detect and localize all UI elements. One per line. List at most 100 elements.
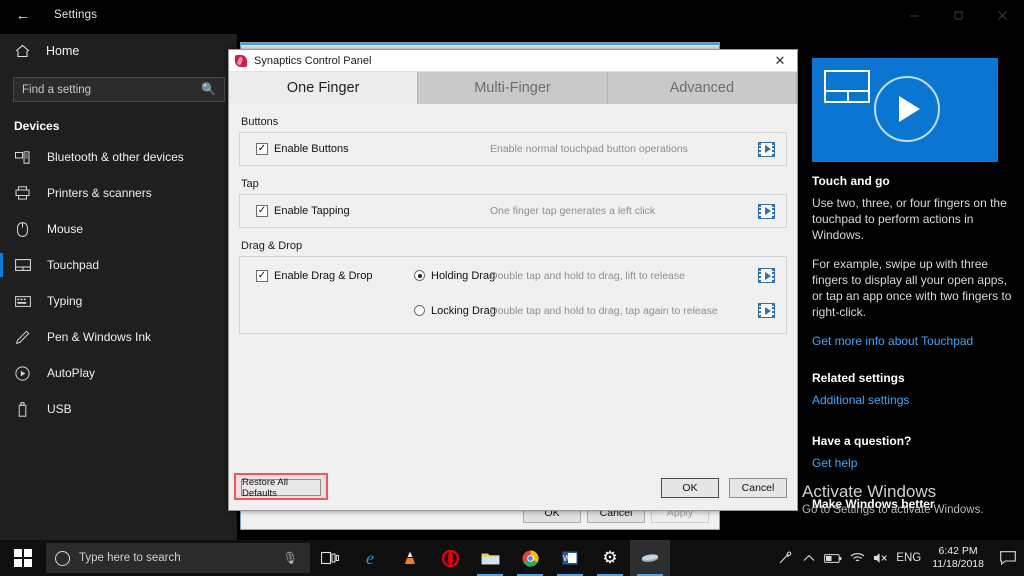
synaptics-touchpad-icon[interactable] xyxy=(630,540,670,576)
maximize-icon xyxy=(953,10,964,21)
option-row-enable-tapping[interactable]: ✓ Enable Tapping One finger tap generate… xyxy=(240,199,786,223)
dialog-action-buttons: OK Cancel xyxy=(661,478,787,498)
dialog-body: Buttons ✓ Enable Buttons Enable normal t… xyxy=(229,104,797,500)
promo-link-touchpad-info[interactable]: Get more info about Touchpad xyxy=(812,333,1012,349)
pen-icon xyxy=(14,330,31,345)
sidebar-item-home[interactable]: Home xyxy=(0,34,237,68)
option-label: Holding Drag xyxy=(431,270,495,282)
clock-time: 6:42 PM xyxy=(939,545,978,558)
task-view-icon[interactable] xyxy=(310,540,350,576)
option-row-locking-drag[interactable]: Locking Drag Double tap and hold to drag… xyxy=(240,298,786,323)
option-row-enable-buttons[interactable]: ✓ Enable Buttons Enable normal touchpad … xyxy=(240,137,786,161)
tab-one-finger[interactable]: One Finger xyxy=(229,72,418,104)
battery-icon[interactable] xyxy=(821,540,845,576)
sidebar-item-pen-windows-ink[interactable]: Pen & Windows Ink xyxy=(0,319,237,355)
close-icon xyxy=(997,10,1008,21)
touchpad-video-thumbnail[interactable] xyxy=(812,58,998,162)
sidebar-item-touchpad[interactable]: Touchpad xyxy=(0,247,237,283)
edge-browser-icon[interactable]: e xyxy=(350,540,390,576)
restore-all-defaults-button[interactable]: Restore All Defaults xyxy=(241,479,321,496)
tab-advanced[interactable]: Advanced xyxy=(608,72,797,104)
back-arrow-icon[interactable]: ← xyxy=(6,1,40,29)
sidebar-item-usb[interactable]: USB xyxy=(0,391,237,427)
taskbar-clock[interactable]: 6:42 PM 11/18/2018 xyxy=(924,540,992,576)
language-indicator[interactable]: ENG xyxy=(893,540,924,576)
tab-multi-finger[interactable]: Multi-Finger xyxy=(418,72,607,104)
enable-drag-drop-checkbox-label[interactable]: ✓ Enable Drag & Drop xyxy=(256,270,396,282)
settings-sidebar: Home 🔍 Devices Bluetooth & other devices… xyxy=(0,34,237,540)
system-tray: ENG 6:42 PM 11/18/2018 xyxy=(773,540,1024,576)
maximize-button[interactable] xyxy=(936,0,980,30)
start-button[interactable] xyxy=(0,540,46,576)
option-description: Enable normal touchpad button operations xyxy=(490,143,688,155)
additional-settings-link[interactable]: Additional settings xyxy=(812,392,1012,408)
sidebar-item-label: Pen & Windows Ink xyxy=(47,330,151,344)
activate-windows-watermark: Activate Windows Go to Settings to activ… xyxy=(802,482,984,518)
option-description: Double tap and hold to drag, tap again t… xyxy=(490,305,718,317)
pen-tray-icon[interactable] xyxy=(773,540,797,576)
promo-title: Touch and go xyxy=(812,174,1012,188)
checkbox-checked-icon[interactable]: ✓ xyxy=(256,270,268,282)
usb-icon xyxy=(14,402,31,417)
settings-right-pane: Touch and go Use two, three, or four fin… xyxy=(812,58,1012,518)
windows-start-icon xyxy=(14,549,32,567)
settings-search-wrap: 🔍 xyxy=(13,77,224,102)
promo-paragraph-2: For example, swipe up with three fingers… xyxy=(812,256,1012,320)
video-preview-icon[interactable] xyxy=(759,269,774,282)
sidebar-item-autoplay[interactable]: AutoPlay xyxy=(0,355,237,391)
taskbar-search-box[interactable]: Type here to search 🎙 xyxy=(46,543,310,573)
section-tap: ✓ Enable Tapping One finger tap generate… xyxy=(239,194,787,228)
svg-text:W: W xyxy=(563,554,571,563)
word-document-icon[interactable]: W xyxy=(550,540,590,576)
sidebar-item-printers-scanners[interactable]: Printers & scanners xyxy=(0,175,237,211)
enable-buttons-checkbox-label[interactable]: ✓ Enable Buttons xyxy=(256,143,396,155)
dialog-close-button[interactable]: ✕ xyxy=(763,50,797,72)
sidebar-item-label: Typing xyxy=(47,294,82,308)
checkbox-checked-icon[interactable]: ✓ xyxy=(256,205,268,217)
video-preview-icon[interactable] xyxy=(759,205,774,218)
close-button[interactable] xyxy=(980,0,1024,30)
sidebar-item-bluetooth-other-devices[interactable]: Bluetooth & other devices xyxy=(0,139,237,175)
cortana-circle-icon xyxy=(55,551,70,566)
checkbox-checked-icon[interactable]: ✓ xyxy=(256,143,268,155)
show-hidden-icons-chevron[interactable] xyxy=(797,540,821,576)
video-preview-icon[interactable] xyxy=(759,143,774,156)
keyboard-icon xyxy=(14,296,31,307)
video-preview-icon[interactable] xyxy=(759,304,774,317)
radio-selected-icon[interactable] xyxy=(414,270,425,281)
windows-taskbar: Type here to search 🎙 e W xyxy=(0,540,1024,576)
chrome-browser-icon[interactable] xyxy=(510,540,550,576)
option-label: Locking Drag xyxy=(431,305,496,317)
minimize-button[interactable] xyxy=(892,0,936,30)
option-label: Enable Buttons xyxy=(274,143,349,155)
settings-gear-icon[interactable]: ⚙ xyxy=(590,540,630,576)
clock-date: 11/18/2018 xyxy=(932,558,984,571)
sidebar-item-label: AutoPlay xyxy=(47,366,95,380)
volume-muted-icon[interactable] xyxy=(869,540,893,576)
action-center-icon[interactable] xyxy=(992,540,1024,576)
microphone-icon[interactable]: 🎙 xyxy=(283,551,298,565)
dialog-titlebar: Synaptics Control Panel ✕ xyxy=(229,50,797,72)
sidebar-item-label: Touchpad xyxy=(47,258,99,272)
radio-unselected-icon[interactable] xyxy=(414,305,425,316)
sidebar-item-typing[interactable]: Typing xyxy=(0,283,237,319)
wifi-icon[interactable] xyxy=(845,540,869,576)
enable-tapping-checkbox-label[interactable]: ✓ Enable Tapping xyxy=(256,205,396,217)
vlc-media-player-icon[interactable] xyxy=(390,540,430,576)
file-explorer-icon[interactable] xyxy=(470,540,510,576)
opera-browser-icon[interactable] xyxy=(430,540,470,576)
dialog-ok-button[interactable]: OK xyxy=(661,478,719,498)
search-input[interactable] xyxy=(13,77,225,102)
dialog-cancel-button[interactable]: Cancel xyxy=(729,478,787,498)
play-icon[interactable] xyxy=(874,76,940,142)
sidebar-home-label: Home xyxy=(46,44,79,58)
get-help-link[interactable]: Get help xyxy=(812,455,1012,471)
option-row-enable-drag-drop[interactable]: ✓ Enable Drag & Drop Holding Drag Double… xyxy=(240,263,786,288)
sidebar-item-mouse[interactable]: Mouse xyxy=(0,211,237,247)
printer-icon xyxy=(14,186,31,200)
window-controls xyxy=(892,0,1024,30)
option-description: One finger tap generates a left click xyxy=(490,205,655,217)
sidebar-item-label: Bluetooth & other devices xyxy=(47,150,184,164)
section-buttons: ✓ Enable Buttons Enable normal touchpad … xyxy=(239,132,787,166)
option-description: Double tap and hold to drag, lift to rel… xyxy=(490,270,685,282)
